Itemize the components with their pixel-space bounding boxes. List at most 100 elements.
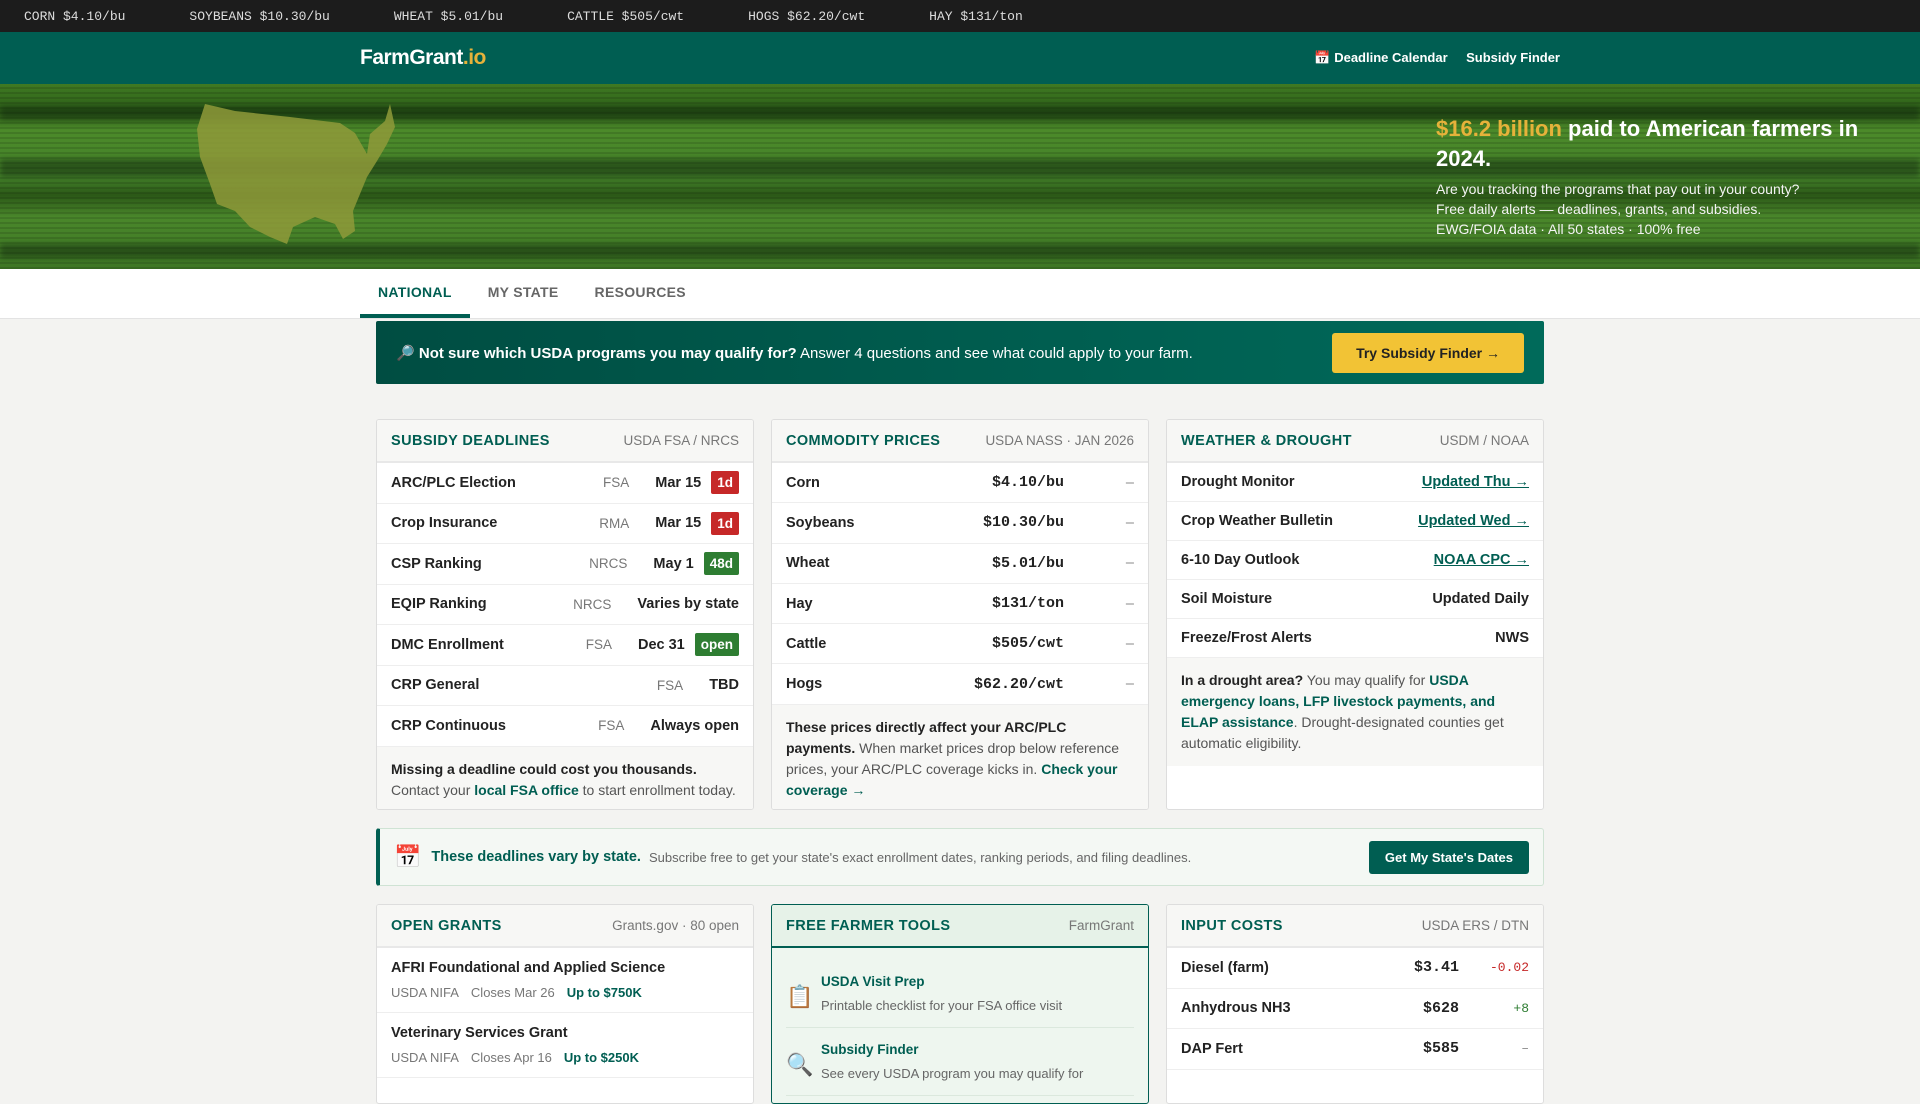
state-banner-text: Subscribe free to get your state's exact…	[648, 849, 1192, 865]
state-banner-title: These deadlines vary by state.	[431, 849, 641, 865]
commodity-name: Cattle	[786, 635, 827, 652]
weather-value: Updated Daily	[1432, 591, 1529, 607]
input-cost-row: Diesel (farm) $3.41 -0.02	[1167, 948, 1543, 989]
commodity-price: $5.01/bu	[991, 554, 1064, 572]
tool-item[interactable]: 🔍 Subsidy Finder See every USDA program yo…	[786, 1028, 1134, 1096]
tool-name[interactable]: Subsidy Finder	[821, 1042, 1083, 1057]
card-title: OPEN GRANTS	[391, 917, 502, 934]
card-source: USDA FSA / NRCS	[623, 433, 739, 448]
grant-name[interactable]: AFRI Foundational and Applied Science	[391, 960, 739, 976]
tab-my-state[interactable]: MY STATE	[470, 269, 577, 318]
nav-deadline-calendar[interactable]: 📅 Deadline Calendar	[1314, 50, 1447, 65]
commodity-prices-card: COMMODITY PRICES USDA NASS · JAN 2026 Cor…	[771, 419, 1149, 810]
input-costs-card: INPUT COSTS USDA ERS / DTN Diesel (farm) $…	[1166, 904, 1544, 1104]
subsidy-deadlines-card: SUBSIDY DEADLINES USDA FSA / NRCS ARC/PLC…	[376, 419, 754, 810]
deadline-date: Varies by state	[637, 596, 739, 613]
get-state-dates-button[interactable]: Get My State's Dates	[1368, 840, 1529, 874]
agency: FSA	[585, 637, 612, 653]
tool-name[interactable]: USDA Visit Prep	[821, 974, 1062, 989]
try-subsidy-finder-button[interactable]: Try Subsidy Finder →	[1332, 332, 1524, 373]
deadline-row: Crop Insurance RMA Mar 15 1d	[377, 504, 753, 544]
input-change: –	[1521, 1041, 1529, 1057]
price-row: Cattle $505/cwt –	[772, 624, 1148, 665]
weather-row: Freeze/Frost Alerts NWS	[1167, 619, 1543, 658]
price-row: Soybeans $10.30/bu –	[772, 503, 1148, 544]
note-text: to start enrollment today.	[578, 781, 736, 798]
program-name: ARC/PLC Election	[391, 474, 516, 491]
grant-meta: USDA NIFA Closes Mar 26 Up to $750K	[391, 985, 739, 1000]
days-left-badge: 1d	[711, 511, 739, 535]
local-fsa-office-link[interactable]: local FSA office	[474, 782, 579, 798]
ticker-item: SOYBEANS $10.30/bu	[189, 8, 330, 24]
input-name: Diesel (farm)	[1181, 959, 1269, 976]
agency: FSA	[598, 718, 625, 734]
tab-bar: NATIONAL MY STATE RESOURCES	[0, 269, 1920, 319]
tool-desc: Printable checklist for your FSA office …	[821, 998, 1063, 1013]
days-left-badge: open	[694, 633, 739, 657]
weather-link[interactable]: Updated Thu →	[1422, 474, 1529, 490]
program-name: CRP General	[391, 677, 480, 694]
commodity-name: Corn	[786, 474, 820, 491]
weather-value: NWS	[1495, 630, 1529, 646]
tab-national[interactable]: NATIONAL	[360, 269, 470, 318]
card-title: COMMODITY PRICES	[786, 432, 941, 449]
farmer-tools-card: FREE FARMER TOOLS FarmGrant 📋 USDA Visit P…	[771, 904, 1149, 1104]
program-name: DMC Enrollment	[391, 636, 504, 653]
input-price: $585	[1422, 1040, 1459, 1058]
logo[interactable]: FarmGrant.io	[360, 46, 486, 70]
program-name: CRP Continuous	[391, 717, 506, 734]
card-title: WEATHER & DROUGHT	[1181, 432, 1352, 449]
price-row: Hay $131/ton –	[772, 584, 1148, 625]
commodity-name: Hay	[786, 595, 813, 612]
weather-link[interactable]: Updated Wed →	[1418, 513, 1529, 529]
tool-item[interactable]: 📋 USDA Visit Prep Printable checklist for …	[786, 960, 1134, 1028]
commodity-name: Soybeans	[786, 514, 855, 531]
nav-label: Deadline Calendar	[1334, 50, 1448, 65]
agency: FSA	[603, 475, 630, 491]
deadline-row: DMC Enrollment FSA Dec 31 open	[377, 625, 753, 666]
calendar-icon: 📅	[1314, 50, 1331, 65]
hero-line: Are you tracking the programs that pay o…	[1436, 181, 1800, 197]
open-grants-card: OPEN GRANTS Grants.gov · 80 open AFRI Fou…	[376, 904, 754, 1104]
hero-line: Free daily alerts — deadlines, grants, a…	[1436, 201, 1762, 217]
days-left-badge: 48d	[703, 552, 739, 576]
subsidy-finder-promo: 🔎 Not sure which USDA programs you may q…	[376, 321, 1544, 384]
hero-banner: $16.2 billion paid to American farmers i…	[0, 84, 1920, 269]
grant-agency: USDA NIFA	[391, 1050, 459, 1065]
grant-name[interactable]: Veterinary Services Grant	[391, 1025, 739, 1041]
agency: NRCS	[573, 596, 612, 612]
grant-closes: Closes Mar 26	[470, 985, 555, 1000]
grant-item[interactable]: Veterinary Services Grant USDA NIFA Closes…	[377, 1013, 753, 1078]
magnifier-icon: 🔎	[396, 344, 415, 362]
price-change: –	[1125, 514, 1134, 531]
ticker-item: CORN $4.10/bu	[24, 8, 126, 24]
logo-suffix: .io	[462, 46, 487, 69]
weather-link[interactable]: NOAA CPC →	[1434, 552, 1529, 568]
us-map-icon	[197, 104, 395, 244]
input-price: $3.41	[1413, 959, 1459, 977]
commodity-name: Wheat	[786, 555, 830, 572]
top-nav: 📅 Deadline Calendar Subsidy Finder	[1300, 49, 1560, 67]
deadline-date: Mar 15	[655, 515, 702, 532]
hero-line: EWG/FOIA data · All 50 states · 100% fre…	[1436, 221, 1701, 237]
price-row: Corn $4.10/bu –	[772, 463, 1148, 504]
weather-item: Crop Weather Bulletin	[1181, 513, 1333, 529]
logo-text: FarmGrant	[360, 46, 463, 69]
nav-subsidy-finder[interactable]: Subsidy Finder	[1466, 50, 1560, 65]
ticker-item: HAY $131/ton	[929, 8, 1023, 24]
deadline-date: Dec 31	[637, 636, 685, 653]
grant-item[interactable]: AFRI Foundational and Applied Science USD…	[377, 948, 753, 1013]
magnifier-icon: 🔍	[786, 1052, 814, 1077]
hero-highlight: $16.2 billion	[1436, 116, 1562, 141]
tab-resources[interactable]: RESOURCES	[577, 269, 704, 318]
price-change: –	[1125, 676, 1134, 693]
hero-title: $16.2 billion paid to American farmers i…	[1436, 114, 1896, 174]
program-name: CSP Ranking	[391, 555, 482, 572]
commodity-price: $4.10/bu	[991, 474, 1064, 492]
price-change: –	[1125, 595, 1134, 612]
note-text: Contact your	[391, 781, 475, 798]
input-price: $628	[1422, 999, 1459, 1017]
deadline-date: May 1	[653, 555, 694, 572]
weather-row: 6-10 Day Outlook NOAA CPC →	[1167, 541, 1543, 580]
program-name: Crop Insurance	[391, 515, 498, 532]
